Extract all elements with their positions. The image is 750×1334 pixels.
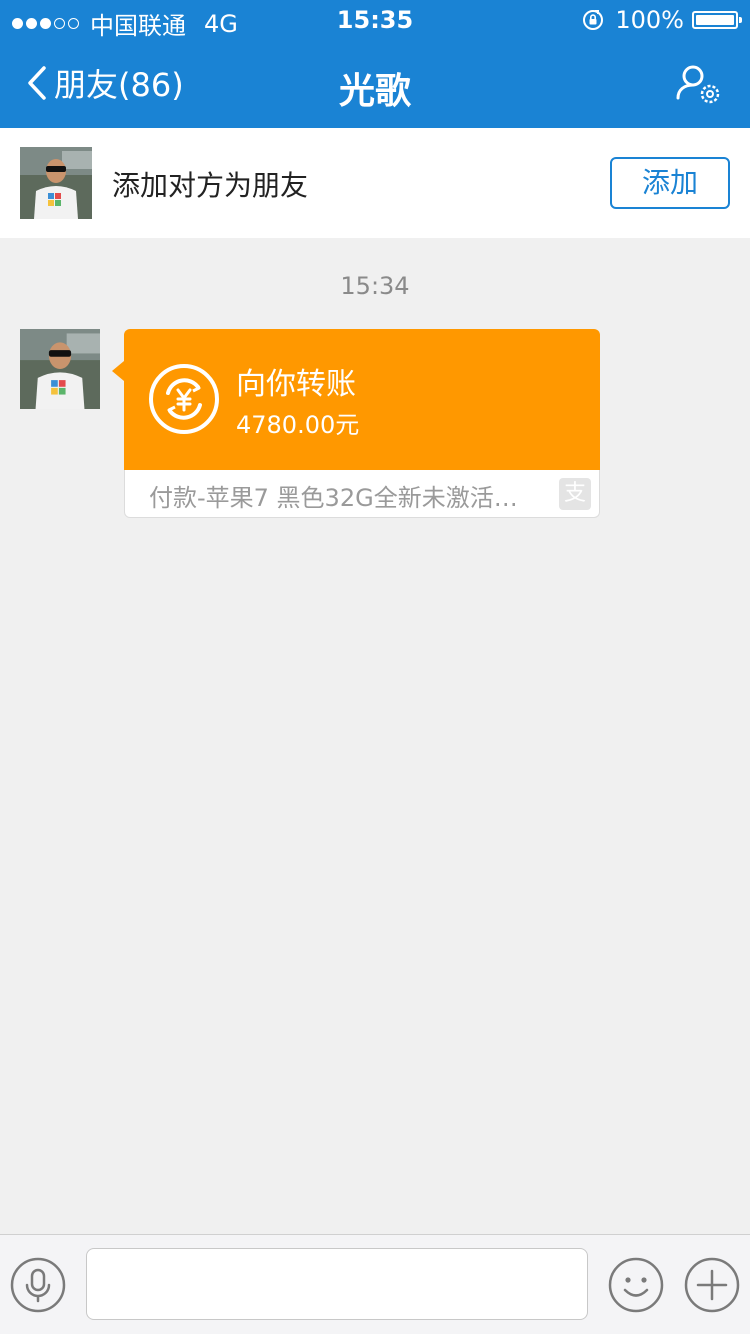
status-bar: 中国联通 4G 15:35 100% bbox=[0, 0, 750, 40]
sender-avatar[interactable] bbox=[20, 329, 100, 409]
avatar-photo bbox=[20, 147, 92, 219]
add-friend-button[interactable]: 添加 bbox=[610, 157, 730, 209]
add-friend-bar: 添加对方为朋友 添加 bbox=[0, 128, 750, 238]
transfer-message-bubble[interactable]: 向你转账 4780.00元 付款-苹果7 黑色32G全新未激活… 支 bbox=[112, 329, 600, 518]
bubble-tail bbox=[112, 361, 124, 381]
message-input[interactable] bbox=[86, 1248, 588, 1320]
rotation-lock-icon bbox=[583, 10, 604, 30]
navigation-bar: 朋友(86) 光歌 bbox=[0, 40, 750, 128]
alipay-icon: 支 bbox=[559, 478, 591, 510]
status-right: 100% bbox=[581, 6, 742, 34]
transfer-footer: 付款-苹果7 黑色32G全新未激活… 支 bbox=[124, 470, 600, 518]
battery-icon bbox=[692, 11, 742, 29]
chat-input-bar bbox=[0, 1234, 750, 1334]
transfer-note: 付款-苹果7 黑色32G全新未激活… bbox=[149, 484, 518, 512]
avatar-photo bbox=[20, 329, 100, 409]
emoji-button[interactable] bbox=[608, 1257, 664, 1317]
transfer-title: 向你转账 bbox=[236, 367, 356, 402]
app-header: 中国联通 4G 15:35 100% 朋友(86) 光歌 bbox=[0, 0, 750, 128]
transfer-amount: 4780.00元 bbox=[236, 411, 360, 439]
smiley-icon bbox=[608, 1257, 664, 1313]
yuan-transfer-icon bbox=[149, 364, 219, 434]
plus-circle-icon bbox=[684, 1257, 740, 1313]
avatar[interactable] bbox=[20, 147, 92, 219]
transfer-header: 向你转账 4780.00元 bbox=[124, 329, 600, 470]
page-title: 光歌 bbox=[338, 71, 411, 112]
battery-percent: 100% bbox=[615, 6, 684, 34]
add-friend-text: 添加对方为朋友 bbox=[112, 169, 309, 202]
message-timestamp: 15:34 bbox=[340, 272, 410, 300]
profile-settings-icon bbox=[676, 65, 720, 104]
voice-button[interactable] bbox=[10, 1257, 66, 1317]
profile-settings-button[interactable] bbox=[674, 62, 724, 112]
microphone-icon bbox=[10, 1257, 66, 1313]
more-button[interactable] bbox=[684, 1257, 740, 1317]
